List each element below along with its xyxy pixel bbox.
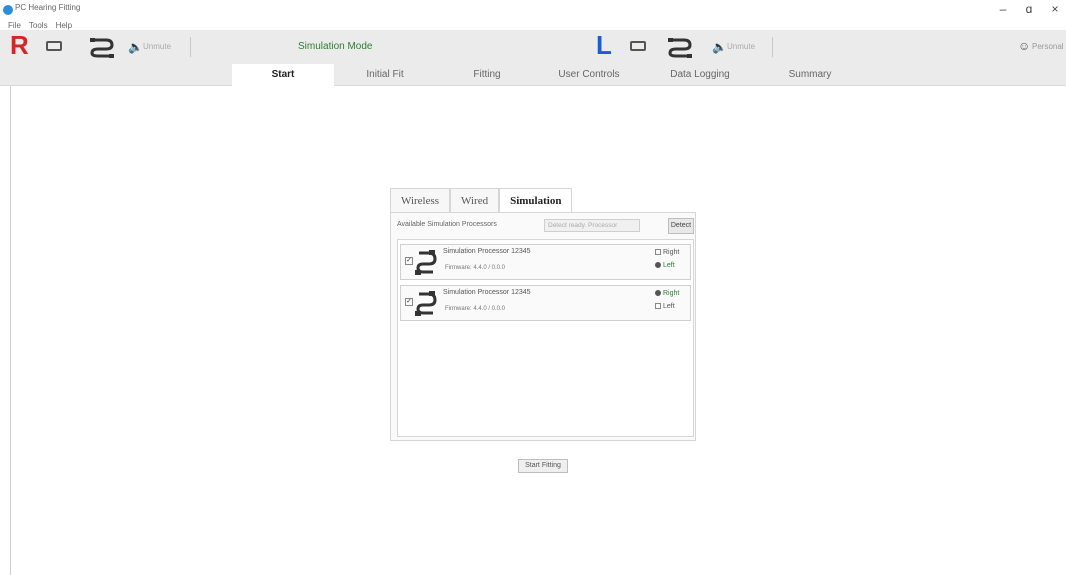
connection-plug-icon[interactable] <box>668 36 692 58</box>
tab-initial-fit[interactable]: Initial Fit <box>334 64 436 86</box>
connection-plug-icon <box>415 291 437 316</box>
left-volume-label[interactable]: Unmute <box>727 42 755 51</box>
left-side-indicator: L <box>596 30 612 60</box>
toolbar: R 🔈 Unmute Simulation Mode L 🔈 Unmute ☺ … <box>0 30 1066 64</box>
close-button[interactable]: × <box>1044 2 1066 16</box>
processor-firmware: Firmware: 4.4.0 / 0.0.0 <box>445 306 506 312</box>
mode-label: Simulation Mode <box>298 41 373 52</box>
start-fitting-button[interactable]: Start Fitting <box>518 459 568 473</box>
tab-summary[interactable]: Summary <box>760 64 860 86</box>
available-processors-label: Available Simulation Processors <box>397 221 497 228</box>
tab-fitting[interactable]: Fitting <box>436 64 538 86</box>
tab-simulation[interactable]: Simulation <box>499 188 573 212</box>
detect-button[interactable]: Detect <box>668 218 694 234</box>
list-item[interactable]: ✓ Simulation Processor 12345 Firmware: 4… <box>400 244 691 280</box>
minimize-button[interactable]: – <box>992 2 1014 16</box>
title-bar: PC Hearing Fitting – ɑ × <box>0 0 1066 22</box>
main-tab-bar: Start Initial Fit Fitting User Controls … <box>0 64 1066 86</box>
left-option[interactable]: Left <box>655 303 675 310</box>
processor-checkbox[interactable]: ✓ <box>405 257 413 265</box>
right-side-indicator: R <box>10 30 29 60</box>
tab-user-controls[interactable]: User Controls <box>538 64 640 86</box>
left-option[interactable]: Left <box>655 262 675 269</box>
tab-data-logging[interactable]: Data Logging <box>640 64 760 86</box>
tab-start[interactable]: Start <box>232 64 334 86</box>
processor-list: ✓ Simulation Processor 12345 Firmware: 4… <box>397 239 694 437</box>
simulation-panel: Available Simulation Processors Detect r… <box>390 212 696 441</box>
right-option[interactable]: Right <box>655 249 679 256</box>
maximize-button[interactable]: ɑ <box>1018 2 1040 16</box>
processor-name: Simulation Processor 12345 <box>443 248 531 255</box>
speaker-icon[interactable]: 🔈 <box>128 40 143 54</box>
toolbar-divider <box>190 37 191 57</box>
tab-wired[interactable]: Wired <box>450 188 500 212</box>
content-border <box>10 86 11 575</box>
speaker-icon[interactable]: 🔈 <box>712 40 727 54</box>
hearing-aid-device-icon[interactable] <box>630 41 646 51</box>
hearing-aid-device-icon[interactable] <box>46 41 62 51</box>
connection-plug-icon[interactable] <box>90 36 114 58</box>
processor-checkbox[interactable]: ✓ <box>405 298 413 306</box>
tab-wireless[interactable]: Wireless <box>390 188 451 212</box>
connection-tabs: Wireless Wired Simulation <box>390 188 573 212</box>
app-logo-icon <box>3 5 13 15</box>
person-icon[interactable]: ☺ <box>1018 39 1030 53</box>
right-volume-label[interactable]: Unmute <box>143 42 171 51</box>
list-item[interactable]: ✓ Simulation Processor 12345 Firmware: 4… <box>400 285 691 321</box>
toolbar-divider <box>772 37 773 57</box>
window-title: PC Hearing Fitting <box>15 3 81 12</box>
connection-plug-icon <box>415 250 437 275</box>
profile-label[interactable]: Personal <box>1032 42 1064 51</box>
right-option[interactable]: Right <box>655 290 679 297</box>
processor-name: Simulation Processor 12345 <box>443 289 531 296</box>
detect-status-field: Detect ready. Processor <box>544 219 640 232</box>
processor-firmware: Firmware: 4.4.0 / 0.0.0 <box>445 265 506 271</box>
